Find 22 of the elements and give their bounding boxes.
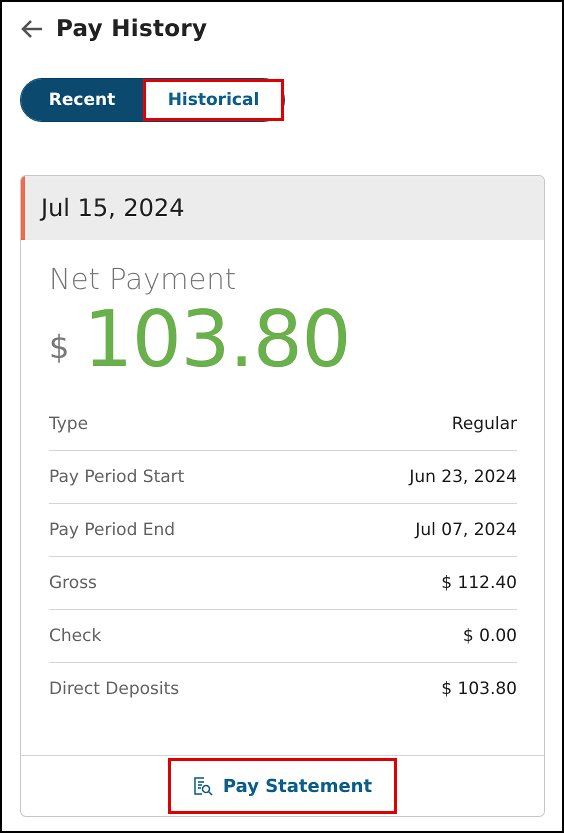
detail-label: Type: [49, 414, 88, 434]
detail-value: Jun 23, 2024: [409, 467, 517, 487]
detail-label: Gross: [49, 573, 97, 593]
page-title: Pay History: [56, 16, 208, 42]
tab[interactable]: Recent: [21, 79, 143, 121]
detail-label: Check: [49, 626, 102, 646]
detail-label: Pay Period End: [49, 520, 176, 540]
pay-date: Jul 15, 2024: [41, 194, 184, 222]
detail-label: Pay Period Start: [49, 467, 184, 487]
net-amount: 103.80: [83, 295, 350, 385]
detail-value: $ 103.80: [441, 679, 517, 699]
tab[interactable]: Historical: [143, 79, 284, 121]
detail-value: Jul 07, 2024: [415, 520, 517, 540]
net-payment-label: Net Payment: [49, 262, 238, 296]
document-search-icon: [192, 776, 213, 796]
back-arrow-icon[interactable]: [20, 19, 44, 39]
detail-label: Direct Deposits: [49, 679, 180, 699]
detail-value: $ 112.40: [441, 573, 517, 593]
pay-statement-button[interactable]: Pay Statement: [168, 758, 398, 814]
detail-value: Regular: [452, 414, 517, 434]
currency-symbol: $: [49, 328, 70, 366]
detail-value: $ 0.00: [462, 626, 517, 646]
